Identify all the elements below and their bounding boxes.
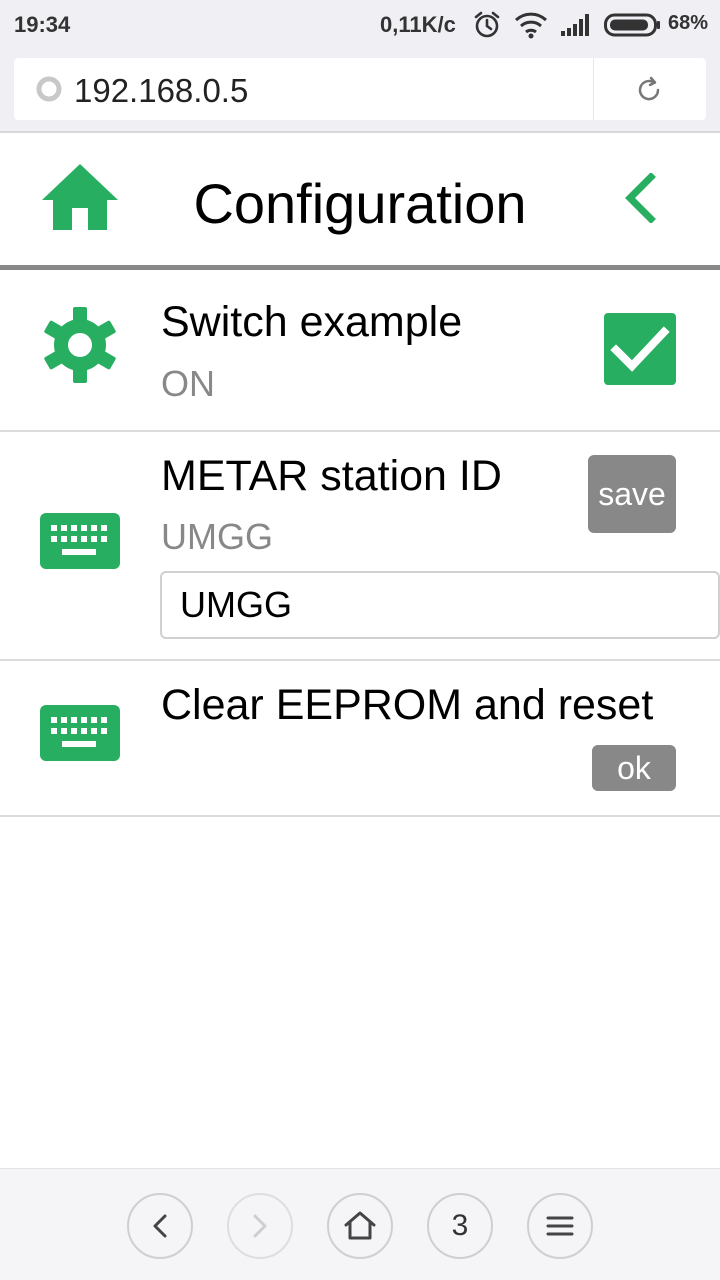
switch-checkbox[interactable]	[604, 313, 676, 385]
item-title: METAR station ID	[161, 452, 502, 500]
browser-menu-button[interactable]	[527, 1193, 593, 1259]
battery-icon	[604, 12, 662, 43]
address-divider	[593, 58, 594, 120]
page-title: Configuration	[193, 172, 527, 235]
reload-icon[interactable]	[634, 75, 664, 110]
config-item-metar: METAR station ID UMGG save	[0, 432, 720, 661]
browser-back-button[interactable]	[127, 1193, 193, 1259]
status-bar: 19:34 0,11K/c 68%	[0, 0, 720, 50]
item-title: Switch example	[161, 298, 463, 346]
keyboard-icon	[40, 513, 120, 574]
config-item-clear-eeprom: Clear EEPROM and reset ok	[0, 661, 720, 817]
ok-button[interactable]: ok	[592, 745, 676, 791]
url-field[interactable]: 192.168.0.5	[14, 58, 706, 120]
save-button[interactable]: save	[588, 455, 676, 533]
browser-address-bar: 192.168.0.5	[0, 50, 720, 133]
chevron-left-icon	[153, 1214, 167, 1238]
network-speed: 0,11K/c	[380, 12, 456, 37]
site-info-icon[interactable]	[36, 76, 62, 107]
metar-station-input[interactable]	[160, 571, 720, 639]
browser-bottom-nav: 3	[0, 1168, 720, 1280]
status-time: 19:34	[14, 12, 71, 37]
menu-icon	[546, 1216, 574, 1236]
page-header: Configuration	[0, 135, 720, 270]
chevron-right-icon	[253, 1214, 267, 1238]
battery-percent: 68%	[668, 12, 709, 34]
item-value: ON	[161, 363, 215, 404]
url-text[interactable]: 192.168.0.5	[74, 72, 248, 110]
tab-count: 3	[451, 1209, 469, 1242]
keyboard-icon	[40, 705, 120, 766]
item-title: Clear EEPROM and reset	[161, 681, 654, 729]
wifi-icon	[514, 11, 548, 44]
gear-icon	[40, 305, 120, 390]
config-item-switch: Switch example ON	[0, 275, 720, 432]
browser-home-button[interactable]	[327, 1193, 393, 1259]
checkmark-icon	[610, 326, 670, 372]
browser-tabs-button[interactable]: 3	[427, 1193, 493, 1259]
back-chevron-icon[interactable]	[622, 172, 658, 228]
signal-icon	[560, 14, 594, 41]
home-outline-icon	[344, 1211, 376, 1240]
alarm-clock-icon	[472, 10, 502, 45]
browser-forward-button[interactable]	[227, 1193, 293, 1259]
item-value: UMGG	[161, 516, 273, 557]
